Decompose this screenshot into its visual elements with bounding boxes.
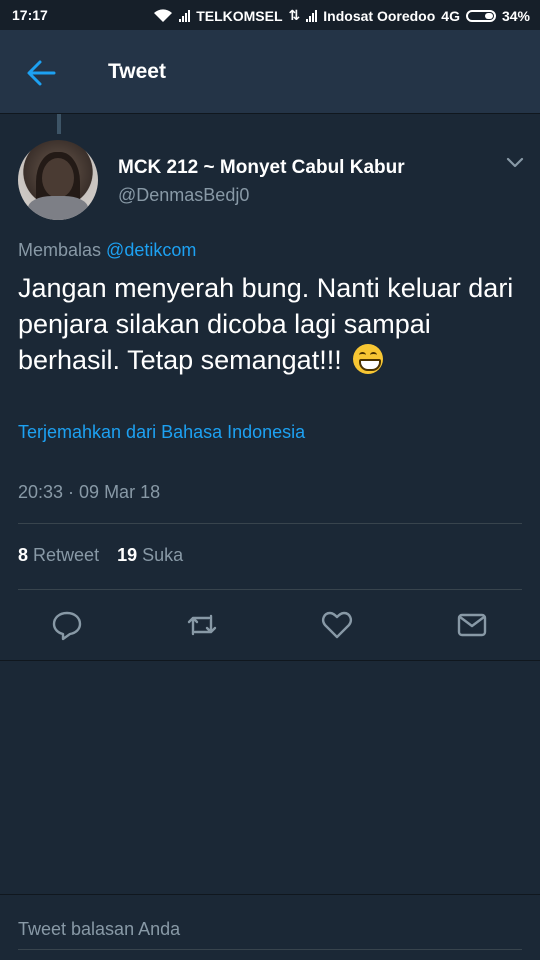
reply-to-link[interactable]: @detikcom: [106, 240, 196, 260]
reply-context: Membalas @detikcom: [18, 240, 196, 261]
like-icon[interactable]: [320, 608, 354, 642]
thread-line: [57, 114, 61, 134]
data-arrows-icon: ⇅: [288, 7, 301, 23]
reply-composer: [0, 894, 540, 960]
status-bar: 17:17 TELKOMSEL ⇅ Indosat Ooredoo 4G 34%: [0, 0, 540, 30]
divider: [18, 523, 522, 524]
action-bar: [0, 608, 540, 644]
reply-input[interactable]: [18, 909, 522, 950]
translate-link[interactable]: Terjemahkan dari Bahasa Indonesia: [18, 422, 305, 443]
tweet-timestamp: 20:33 · 09 Mar 18: [18, 482, 161, 502]
divider: [0, 660, 540, 661]
tweet-body: Jangan menyerah bung. Nanti keluar dari …: [18, 273, 514, 375]
retweet-label: Retweet: [33, 545, 100, 565]
signal-icon-2: [306, 9, 318, 22]
page-title: Tweet: [108, 60, 166, 83]
battery-icon: [465, 9, 496, 22]
author-handle[interactable]: @DenmasBedj0: [118, 185, 249, 206]
retweet-icon[interactable]: [185, 608, 219, 642]
network-type: 4G: [441, 7, 460, 24]
tweet-stats: 8 Retweet 19 Suka: [18, 545, 183, 566]
avatar-face: [42, 158, 74, 198]
wifi-icon: [154, 8, 173, 22]
app-bar: Tweet: [0, 30, 540, 114]
retweet-count: 8: [18, 545, 29, 565]
like-stat[interactable]: 19 Suka: [117, 545, 183, 565]
carrier-2: Indosat Ooredoo: [323, 7, 436, 24]
avatar-shirt: [28, 196, 88, 220]
like-label: Suka: [142, 545, 184, 565]
reply-prefix: Membalas: [18, 240, 102, 260]
chevron-down-icon[interactable]: [505, 152, 525, 172]
status-right: TELKOMSEL ⇅ Indosat Ooredoo 4G 34%: [153, 7, 530, 24]
battery-level: 34%: [501, 7, 530, 24]
status-time: 17:17: [12, 7, 48, 23]
retweet-stat[interactable]: 8 Retweet: [18, 545, 99, 565]
reply-icon[interactable]: [50, 608, 84, 642]
tweet-text: Jangan menyerah bung. Nanti keluar dari …: [18, 270, 528, 378]
divider: [18, 589, 522, 590]
carrier-1: TELKOMSEL: [196, 7, 283, 24]
back-arrow-icon[interactable]: [24, 56, 58, 90]
avatar[interactable]: [18, 140, 98, 220]
grinning-face-icon: [353, 344, 384, 374]
message-icon[interactable]: [455, 608, 489, 642]
signal-icon: [179, 9, 191, 22]
author-name[interactable]: MCK 212 ~ Monyet Cabul Kabur: [118, 157, 405, 179]
like-count: 19: [117, 545, 138, 565]
